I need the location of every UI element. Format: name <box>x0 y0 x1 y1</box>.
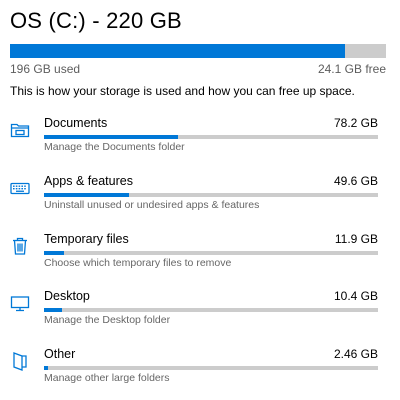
category-subtitle: Manage the Desktop folder <box>44 314 171 326</box>
category-usage-bar <box>44 251 378 255</box>
category-size: 11.9 GB <box>334 232 378 246</box>
other-file-icon <box>10 351 30 371</box>
category-apps-features[interactable]: Apps & features 49.6 GB Uninstall unused… <box>0 174 400 224</box>
category-subtitle: Manage the Documents folder <box>44 141 185 153</box>
drive-usage-fill <box>10 44 345 58</box>
category-desktop[interactable]: Desktop 10.4 GB Manage the Desktop folde… <box>0 289 400 339</box>
drive-title: OS (C:) - 220 GB <box>10 8 182 33</box>
category-size: 49.6 GB <box>333 174 378 188</box>
category-name: Other <box>44 347 76 361</box>
category-usage-bar <box>44 193 378 197</box>
category-usage-fill <box>44 251 65 255</box>
category-subtitle: Manage other large folders <box>44 372 170 384</box>
keyboard-icon <box>10 178 30 198</box>
category-size: 78.2 GB <box>333 116 378 130</box>
category-temporary-files[interactable]: Temporary files 11.9 GB Choose which tem… <box>0 232 400 282</box>
trash-icon <box>10 236 30 256</box>
category-usage-fill <box>44 366 49 370</box>
category-size: 2.46 GB <box>333 347 378 361</box>
category-subtitle: Uninstall unused or undesired apps & fea… <box>44 199 260 211</box>
category-name: Documents <box>44 116 108 130</box>
category-usage-fill <box>44 193 129 197</box>
category-size: 10.4 GB <box>333 289 378 303</box>
category-subtitle: Choose which temporary files to remove <box>44 257 232 269</box>
drive-usage-bar <box>10 44 386 58</box>
monitor-icon <box>10 293 30 313</box>
category-usage-bar <box>44 135 378 139</box>
category-name: Desktop <box>44 289 90 303</box>
category-usage-fill <box>44 308 62 312</box>
used-label: 196 GB used <box>10 62 81 76</box>
free-label: 24.1 GB free <box>317 62 386 76</box>
category-name: Temporary files <box>44 232 129 246</box>
category-usage-bar <box>44 366 378 370</box>
storage-description: This is how your storage is used and how… <box>10 84 355 98</box>
documents-folder-icon <box>10 120 30 140</box>
category-other[interactable]: Other 2.46 GB Manage other large folders <box>0 347 400 397</box>
category-documents[interactable]: Documents 78.2 GB Manage the Documents f… <box>0 116 400 166</box>
category-usage-fill <box>44 135 178 139</box>
category-usage-bar <box>44 308 378 312</box>
category-name: Apps & features <box>44 174 133 188</box>
